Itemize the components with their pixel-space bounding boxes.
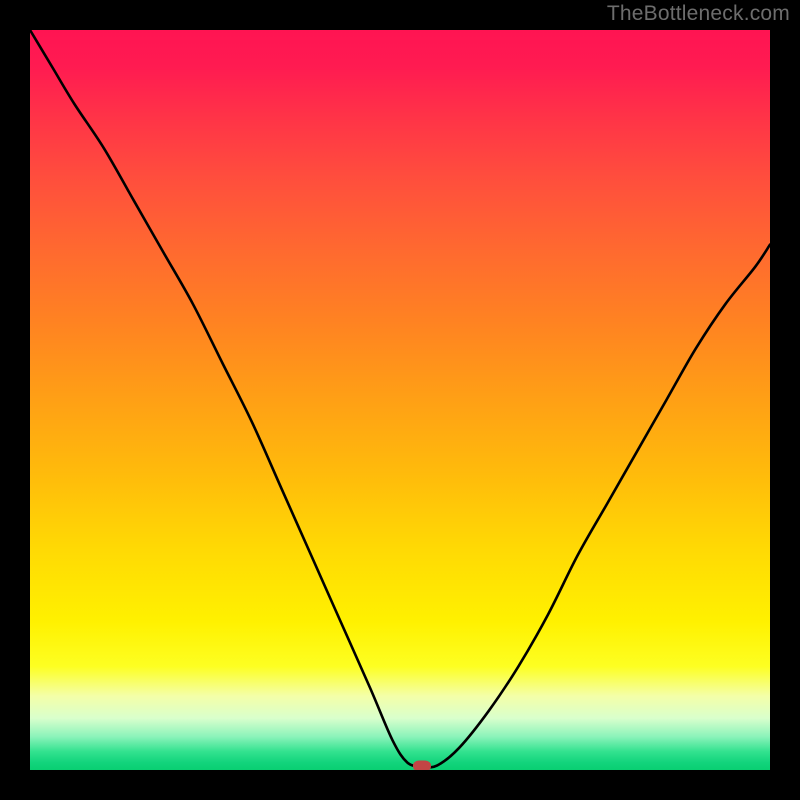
optimal-point-marker (413, 761, 431, 770)
bottleneck-curve (30, 30, 770, 770)
chart-frame: TheBottleneck.com (0, 0, 800, 800)
plot-area (30, 30, 770, 770)
watermark-text: TheBottleneck.com (607, 2, 790, 26)
